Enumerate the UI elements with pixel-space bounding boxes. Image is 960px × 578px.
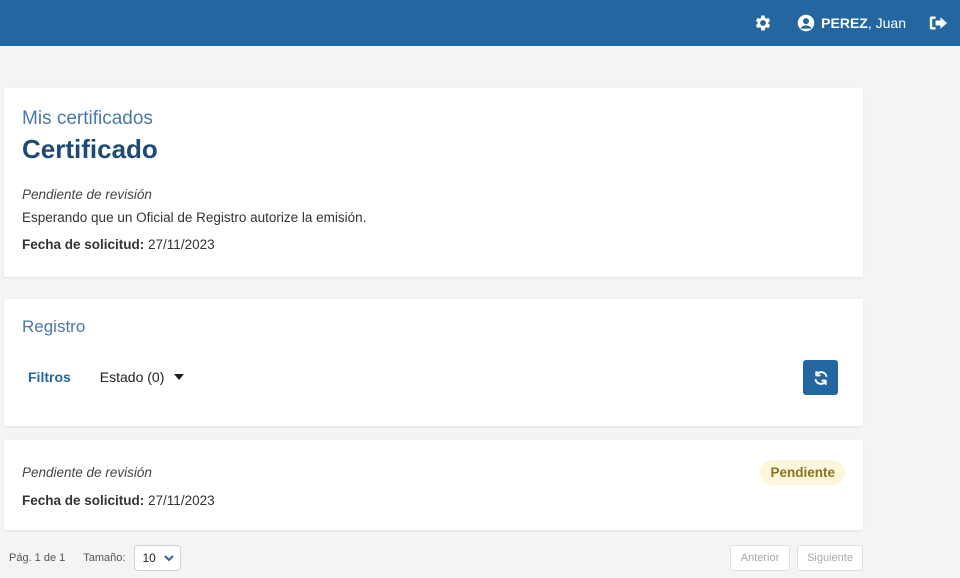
section-title: Registro: [22, 317, 86, 336]
page-size-value: 10: [142, 551, 156, 565]
filters-button[interactable]: Filtros: [28, 369, 71, 385]
page-indicator: Pág. 1 de 1: [9, 552, 66, 564]
entry-status: Pendiente de revisión: [22, 465, 152, 480]
pagination: Pág. 1 de 1 Tamaño: 10 Anterior Siguient…: [9, 545, 863, 571]
status-description: Esperando que un Oficial de Registro aut…: [22, 210, 367, 225]
next-button[interactable]: Siguiente: [797, 545, 863, 571]
entry-date-label: Fecha de solicitud:: [22, 493, 145, 508]
refresh-button[interactable]: [803, 360, 838, 395]
top-navbar: PEREZ , Juan: [0, 0, 960, 46]
entry-date: Fecha de solicitud: 27/11/2023: [22, 493, 215, 508]
request-date-label: Fecha de solicitud:: [22, 237, 145, 252]
pagination-nav: Anterior Siguiente: [723, 545, 863, 571]
list-item[interactable]: Pendiente de revisión Fecha de solicitud…: [4, 440, 863, 530]
user-last-name: PEREZ: [821, 15, 868, 31]
request-date: Fecha de solicitud: 27/11/2023: [22, 237, 845, 252]
filters-row: Filtros Estado (0): [28, 369, 185, 385]
user-first-name: , Juan: [867, 15, 906, 31]
page-size-label: Tamaño:: [83, 552, 126, 564]
page-title: Certificado: [22, 134, 158, 164]
status-badge: Pendiente: [760, 460, 845, 485]
user-circle-icon: [797, 14, 815, 32]
caret-down-icon: [174, 374, 185, 380]
status-text: Pendiente de revisión: [22, 187, 152, 202]
refresh-icon: [814, 370, 827, 385]
request-date-value: 27/11/2023: [144, 237, 215, 252]
previous-button[interactable]: Anterior: [730, 545, 790, 571]
entry-date-value: 27/11/2023: [144, 493, 215, 508]
estado-label: Estado (0): [99, 369, 165, 385]
registro-card: Registro Filtros Estado (0): [4, 299, 863, 426]
estado-dropdown[interactable]: Estado (0): [100, 369, 185, 385]
chevron-down-icon: [164, 551, 174, 565]
certificate-summary-card: Mis certificados Certificado Pendiente d…: [4, 88, 863, 277]
breadcrumb: Mis certificados: [22, 108, 153, 129]
logout-icon[interactable]: [928, 13, 948, 33]
gear-icon[interactable]: [753, 13, 773, 33]
page-size-select[interactable]: 10: [134, 545, 182, 571]
user-menu[interactable]: PEREZ , Juan: [797, 14, 906, 32]
